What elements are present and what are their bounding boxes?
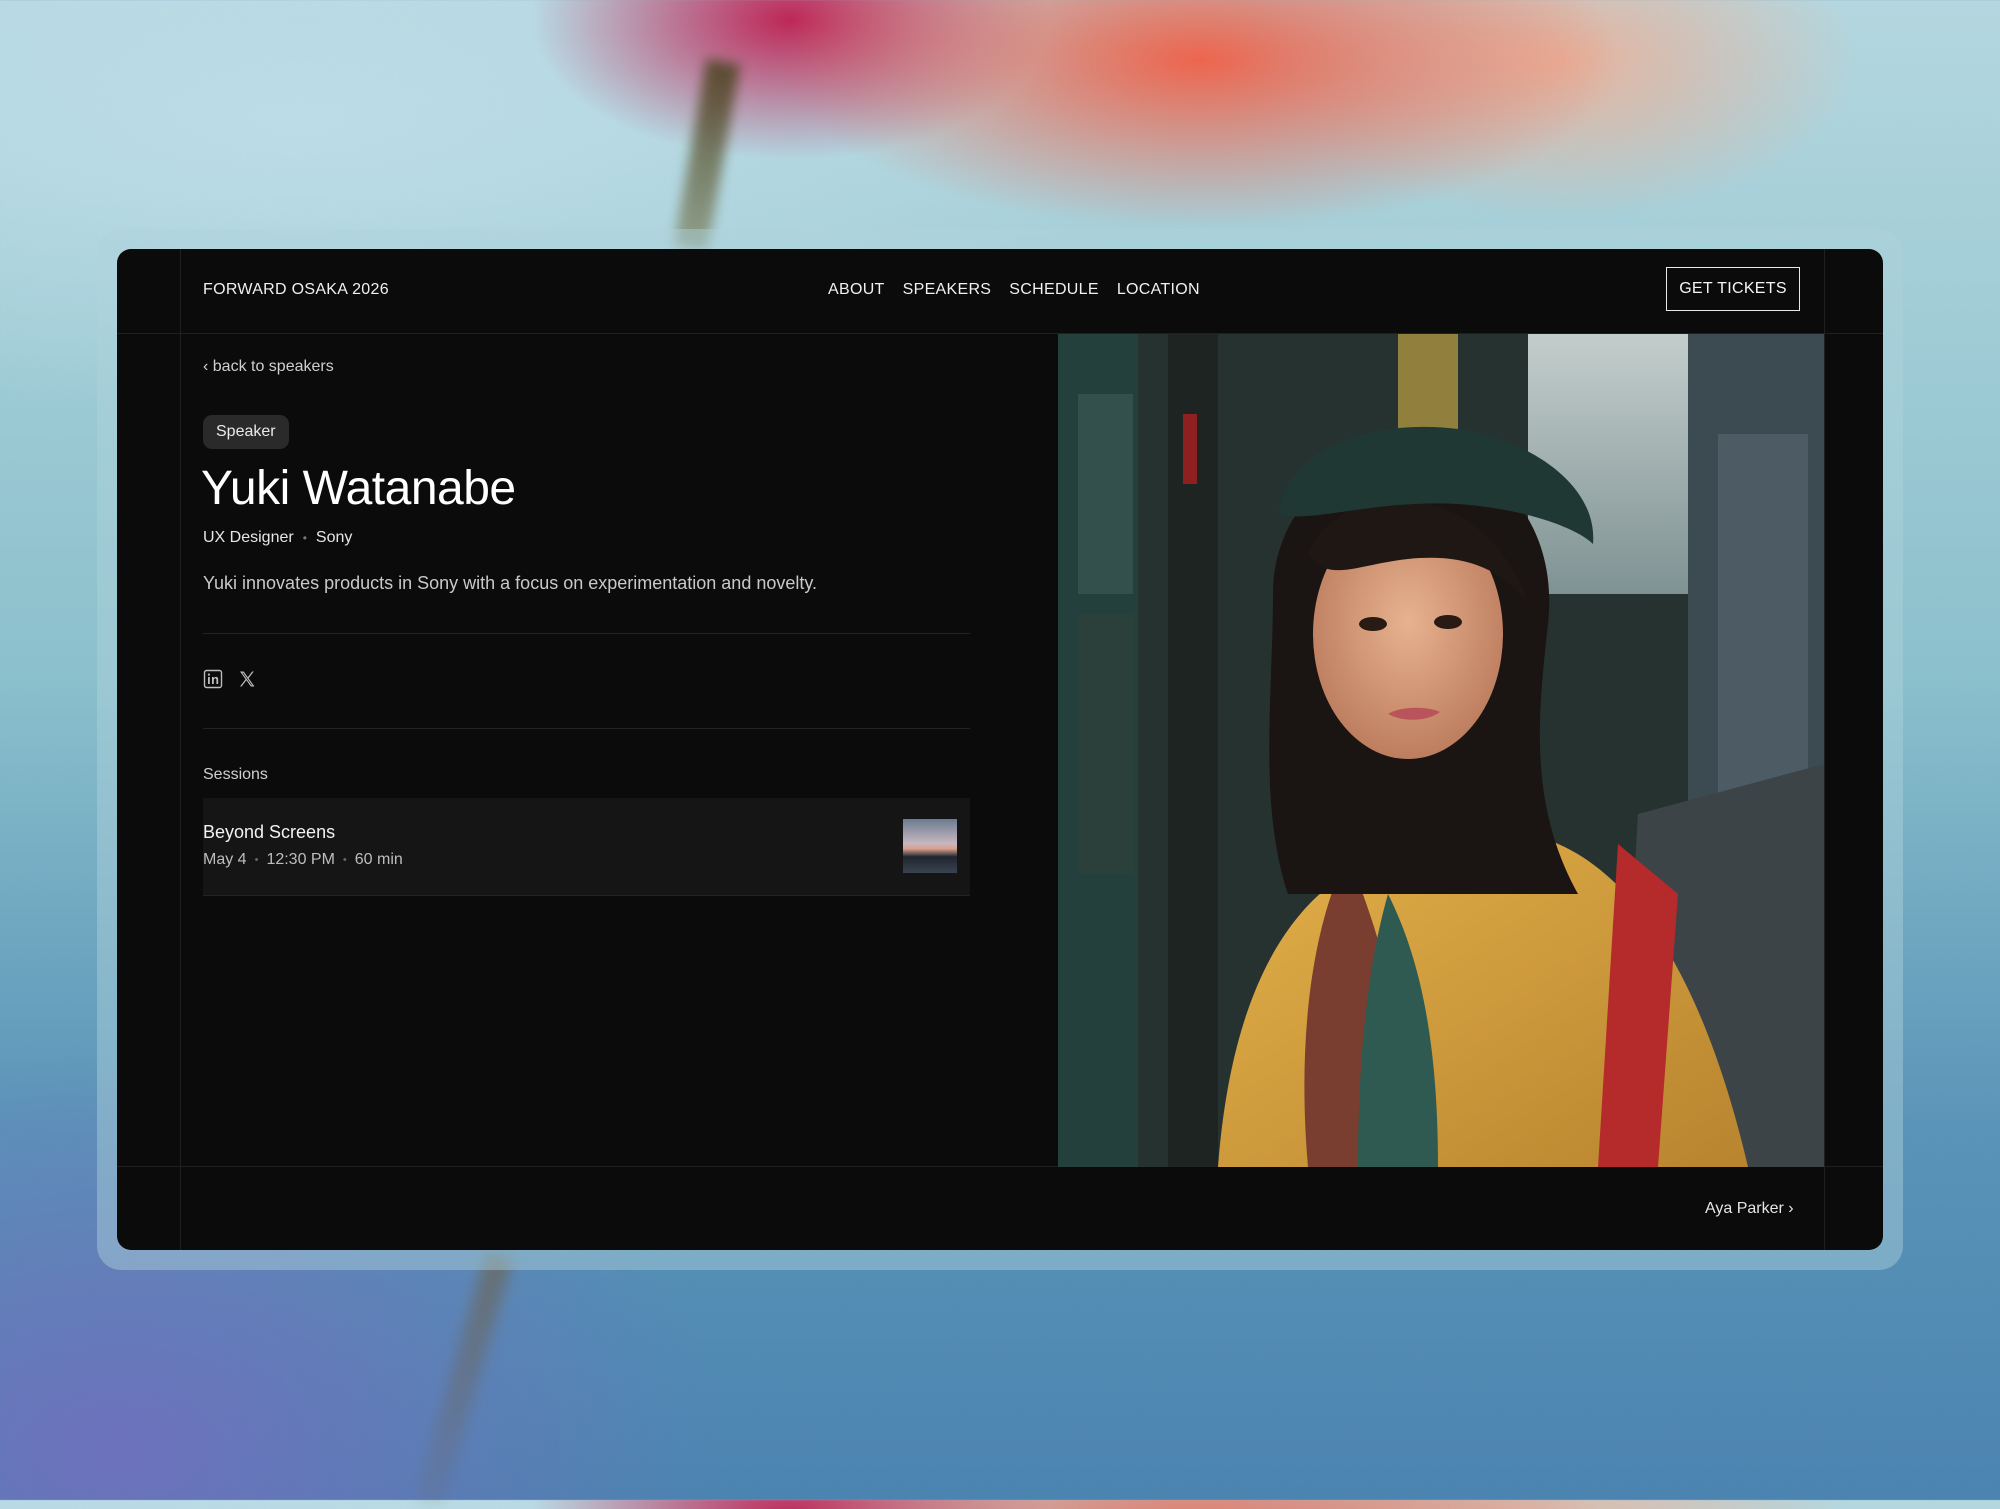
background-flower-stem <box>414 1251 514 1509</box>
grid-line <box>1824 249 1825 1250</box>
sessions-heading: Sessions <box>203 766 268 783</box>
nav-location[interactable]: LOCATION <box>1117 281 1200 299</box>
back-to-speakers-link[interactable]: ‹ back to speakers <box>203 358 334 376</box>
social-links <box>203 669 257 689</box>
session-thumbnail <box>903 819 957 873</box>
site-logo[interactable]: FORWARD OSAKA 2026 <box>203 281 389 299</box>
separator-dot: • <box>254 854 259 866</box>
section-divider <box>203 633 970 634</box>
session-duration: 60 min <box>354 851 403 868</box>
grid-line <box>180 249 181 1250</box>
nav-schedule[interactable]: SCHEDULE <box>1009 281 1099 299</box>
section-divider <box>203 728 970 729</box>
session-time: 12:30 PM <box>266 851 335 868</box>
session-title: Beyond Screens <box>203 822 336 842</box>
separator-dot: • <box>342 854 347 866</box>
session-card[interactable]: Beyond Screens May 4 • 12:30 PM • 60 min <box>203 798 970 896</box>
main-nav: ABOUT SPEAKERS SCHEDULE LOCATION <box>828 281 1200 299</box>
nav-about[interactable]: ABOUT <box>828 281 885 299</box>
speaker-page: FORWARD OSAKA 2026 ABOUT SPEAKERS SCHEDU… <box>117 249 1883 1250</box>
background-flower-stem <box>673 58 741 252</box>
speaker-role-line: UX Designer • Sony <box>203 529 352 547</box>
speaker-role: UX Designer <box>203 529 294 546</box>
session-meta: May 4 • 12:30 PM • 60 min <box>203 851 403 869</box>
separator-dot: • <box>302 531 307 545</box>
next-speaker-link[interactable]: Aya Parker › <box>1705 1200 1794 1218</box>
speaker-company: Sony <box>315 529 353 546</box>
speaker-badge: Speaker <box>203 415 289 449</box>
x-icon[interactable] <box>237 669 257 689</box>
linkedin-icon[interactable] <box>203 669 223 689</box>
session-date: May 4 <box>203 851 247 868</box>
speaker-bio: Yuki innovates products in Sony with a f… <box>203 573 818 593</box>
get-tickets-button[interactable]: GET TICKETS <box>1666 267 1800 311</box>
speaker-name: Yuki Watanabe <box>201 462 516 515</box>
speaker-portrait <box>1058 334 1824 1167</box>
nav-speakers[interactable]: SPEAKERS <box>903 281 992 299</box>
